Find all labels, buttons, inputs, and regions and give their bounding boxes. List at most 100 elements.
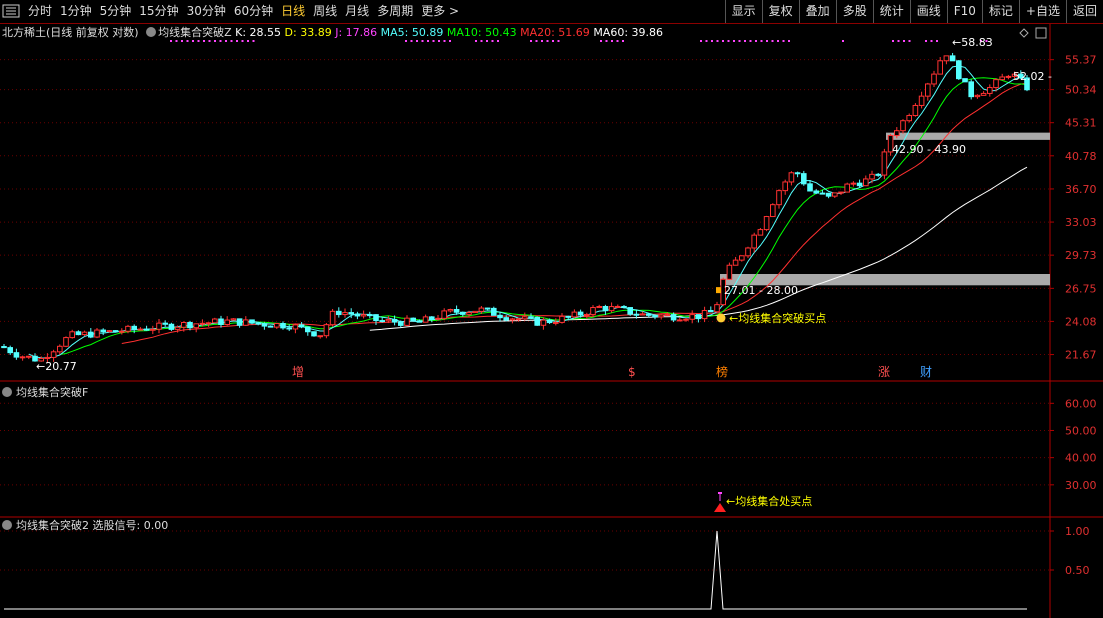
candle-body — [100, 329, 107, 333]
candle-body — [106, 330, 113, 333]
candle-body — [943, 55, 950, 62]
indicator-dot — [622, 40, 624, 42]
overlay-button[interactable]: 叠加 — [798, 0, 836, 23]
candle-body — [168, 323, 175, 330]
candle-body — [639, 313, 646, 316]
candle-body — [925, 83, 931, 97]
candle-body — [615, 305, 621, 308]
draw-line-button[interactable]: 画线 — [909, 0, 947, 23]
add-watchlist-button[interactable]: +自选 — [1018, 0, 1066, 23]
candle-body — [503, 317, 509, 321]
indicator-dot — [416, 40, 418, 42]
menu-icon[interactable] — [2, 4, 20, 18]
candle-body — [88, 331, 94, 338]
event-marker-0: 增 — [292, 365, 304, 379]
panel-options-icon — [1035, 27, 1047, 39]
candle-body — [13, 352, 20, 358]
tab-fenshi[interactable]: 分时 — [24, 0, 56, 23]
chart-area[interactable]: ←58.83 ←20.77 52.02 - 42.90 - 43.90 27.01 - … — [0, 24, 1103, 618]
candle-body — [187, 322, 193, 329]
mark-button[interactable]: 标记 — [981, 0, 1019, 23]
candle-body — [19, 356, 26, 359]
display-button[interactable]: 显示 — [724, 0, 762, 23]
tab-daily[interactable]: 日线 — [277, 0, 309, 23]
period-tabs: 分时 1分钟 5分钟 15分钟 30分钟 60分钟 日线 周线 月线 多周期 更… — [24, 0, 463, 23]
tab-multi-period[interactable]: 多周期 — [373, 0, 417, 23]
ma60-line — [369, 166, 1028, 331]
indicator-dot — [760, 40, 763, 42]
indicator-dot — [535, 40, 538, 42]
candle-body — [81, 331, 88, 336]
indicator-dot — [842, 40, 844, 42]
indicator-dot — [181, 40, 183, 42]
buy-square-marker — [716, 287, 721, 294]
candle-body — [832, 192, 838, 197]
candle-body — [788, 172, 795, 183]
tab-30min[interactable]: 30分钟 — [183, 0, 230, 23]
indicator-dot — [557, 40, 560, 42]
candle-body — [546, 319, 553, 324]
tab-15min[interactable]: 15分钟 — [135, 0, 182, 23]
y-tick-label: 40.78 — [1065, 150, 1097, 163]
sub-panel-1 — [714, 492, 726, 512]
y-tick-label: 55.37 — [1065, 54, 1097, 67]
candle-body — [280, 323, 286, 329]
indicator-dot — [733, 40, 735, 42]
candle-body — [460, 311, 466, 315]
candle-body — [50, 351, 57, 358]
candle-body — [212, 318, 218, 324]
multi-stock-button[interactable]: 多股 — [835, 0, 873, 23]
tab-1min[interactable]: 1分钟 — [56, 0, 96, 23]
candle-body — [732, 259, 739, 266]
indicator-dot — [410, 40, 413, 42]
indicator-dot — [197, 40, 200, 42]
indicator-dot — [480, 40, 483, 42]
candle-body — [435, 317, 441, 320]
candle-body — [94, 329, 100, 338]
tab-60min[interactable]: 60分钟 — [230, 0, 277, 23]
candle-body — [75, 331, 82, 336]
candle-body — [429, 316, 435, 320]
tab-5min[interactable]: 5分钟 — [96, 0, 136, 23]
restore-rights-button[interactable]: 复权 — [761, 0, 799, 23]
candle-body — [26, 355, 32, 358]
candle-body — [410, 317, 416, 322]
candle-body — [44, 356, 51, 359]
candle-body — [937, 60, 944, 75]
indicator-dot — [908, 40, 911, 42]
candle-body — [856, 182, 863, 187]
ma10-line — [59, 77, 1028, 355]
zone-upper-label: 42.90 - 43.90 — [892, 143, 966, 156]
candle-body — [491, 307, 497, 316]
sub2-y-tick-label: 0.50 — [1065, 564, 1090, 577]
candle-body — [274, 323, 280, 328]
candle-body — [825, 192, 832, 197]
indicator-dot — [936, 40, 938, 42]
candle-body — [342, 312, 348, 316]
candle-body — [553, 321, 559, 324]
statistics-button[interactable]: 统计 — [872, 0, 910, 23]
candle-body — [329, 310, 336, 326]
candle-body — [292, 324, 299, 330]
f10-button[interactable]: F10 — [946, 0, 982, 23]
candle-body — [850, 182, 857, 185]
event-marker-1: $ — [628, 365, 636, 379]
candle-body — [757, 229, 764, 236]
candle-body — [249, 319, 255, 324]
candle-body — [267, 325, 274, 328]
tab-more[interactable]: 更多 > — [417, 0, 463, 23]
candle-body — [379, 320, 385, 323]
candle-body — [298, 324, 305, 328]
candle-body — [962, 78, 968, 83]
candle-body — [900, 120, 906, 132]
tab-weekly[interactable]: 周线 — [309, 0, 341, 23]
candle-body — [987, 87, 993, 94]
candle-body — [670, 314, 677, 321]
candle-body — [993, 79, 999, 89]
tab-monthly[interactable]: 月线 — [341, 0, 373, 23]
indicator-dot — [170, 40, 172, 42]
indicator-dot — [766, 40, 768, 42]
candle-body — [658, 314, 665, 318]
back-button[interactable]: 返回 — [1065, 0, 1103, 23]
high-price-label: ←58.83 — [952, 36, 993, 49]
